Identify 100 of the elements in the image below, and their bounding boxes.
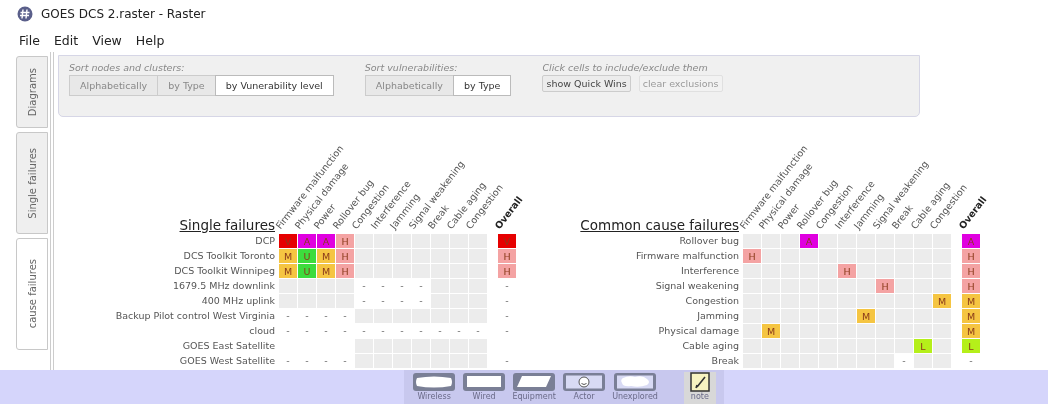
dash-cell: - <box>305 311 309 321</box>
grade-cell[interactable]: M <box>279 249 297 263</box>
rectangle-icon <box>462 372 507 392</box>
grade-cell[interactable]: H <box>743 249 761 263</box>
group-label: Sort vulnerabilities: <box>364 62 459 73</box>
dash-cell: - <box>476 326 480 336</box>
dash-cell: - <box>400 326 404 336</box>
dash-cell: - <box>505 326 509 336</box>
dash-cell: - <box>419 296 423 306</box>
dash-cell: - <box>381 296 385 306</box>
dash-cell: - <box>324 356 328 366</box>
rounded-box-icon <box>412 372 457 392</box>
palette-item[interactable]: note <box>683 372 716 404</box>
palette-item[interactable]: Actor <box>562 372 607 404</box>
grade-cell[interactable]: M <box>962 294 980 308</box>
dash-cell: - <box>286 311 290 321</box>
grade-cell[interactable]: H <box>336 264 354 278</box>
row-label: Cable aging <box>682 339 739 353</box>
dash-cell: - <box>324 326 328 336</box>
grade-cell[interactable]: L <box>914 339 932 353</box>
row-label: Jamming <box>697 309 739 323</box>
grade-cell[interactable]: H <box>498 264 516 278</box>
dash-cell: - <box>305 326 309 336</box>
action-button[interactable]: show Quick Wins <box>542 75 631 92</box>
sort-option-button[interactable]: by Vunerability level <box>214 75 334 96</box>
grade-cell[interactable]: M <box>762 324 780 338</box>
sort-option-button[interactable]: by Type <box>452 75 512 96</box>
dash-cell: - <box>438 326 442 336</box>
grade-cell[interactable]: H <box>962 264 980 278</box>
side-tab[interactable]: Diagrams <box>16 56 48 128</box>
grade-cell[interactable]: H <box>838 264 856 278</box>
side-tab[interactable]: cause failures <box>16 238 48 350</box>
dash-cell: - <box>400 296 404 306</box>
side-tab[interactable]: Single failures <box>16 132 48 234</box>
dash-cell: - <box>969 356 973 366</box>
row-label: Congestion <box>685 294 739 308</box>
row-label: 400 MHz uplink <box>201 294 275 308</box>
sort-option-button[interactable]: Alphabetically <box>364 75 454 96</box>
table-title: Single failures <box>179 217 275 233</box>
dash-cell: - <box>505 296 509 306</box>
grade-cell[interactable]: M <box>279 264 297 278</box>
grade-cell[interactable]: L <box>962 339 980 353</box>
dash-cell: - <box>362 326 366 336</box>
sort-option-button[interactable]: by Type <box>157 75 216 96</box>
dash-cell: - <box>343 326 347 336</box>
grade-cell[interactable]: H <box>336 249 354 263</box>
palette-item[interactable]: Wired <box>462 372 507 404</box>
dash-cell: - <box>343 356 347 366</box>
dash-cell: - <box>400 281 404 291</box>
group-label: Sort nodes and clusters: <box>69 62 186 73</box>
grade-cell[interactable]: U <box>298 264 316 278</box>
grade-cell[interactable]: U <box>298 249 316 263</box>
row-label: DCS Toolkit Toronto <box>183 249 275 263</box>
row-label: GOES East Satellite <box>182 339 275 353</box>
grade-cell[interactable]: H <box>876 279 894 293</box>
palette-item[interactable]: Wireless <box>412 372 457 404</box>
grade-cell[interactable]: H <box>498 249 516 263</box>
dash-cell: - <box>362 281 366 291</box>
grade-cell[interactable]: H <box>336 234 354 248</box>
dash-cell: - <box>902 356 906 366</box>
window-title: GOES DCS 2.raster - Raster <box>41 7 206 21</box>
app-icon <box>17 6 33 22</box>
dash-cell: - <box>381 281 385 291</box>
grade-cell[interactable]: M <box>962 324 980 338</box>
parallelogram-icon <box>512 372 557 392</box>
palette-item[interactable]: Equipment <box>512 372 557 404</box>
dash-cell: - <box>505 281 509 291</box>
row-label: Rollover bug <box>679 234 739 248</box>
row-label: Signal weakening <box>655 279 739 293</box>
menu-item[interactable]: Edit <box>53 32 79 48</box>
grade-cell[interactable]: M <box>857 309 875 323</box>
grade-cell[interactable]: M <box>317 264 335 278</box>
dash-cell: - <box>457 326 461 336</box>
dash-cell: - <box>381 326 385 336</box>
note-icon <box>689 372 710 392</box>
palette-item[interactable]: Unexplored <box>612 372 658 404</box>
dash-cell: - <box>419 326 423 336</box>
grade-cell[interactable]: M <box>317 249 335 263</box>
row-label: cloud <box>249 324 275 338</box>
menu-item[interactable]: File <box>19 32 40 48</box>
row-label: Break <box>711 354 739 368</box>
group-label: Click cells to include/exclude them <box>542 62 709 73</box>
grade-cell[interactable]: M <box>933 294 951 308</box>
row-label: DCP <box>255 234 275 248</box>
sort-option-button[interactable]: Alphabetically <box>69 75 159 96</box>
row-label: 1679.5 MHz downlink <box>172 279 275 293</box>
grade-cell[interactable]: H <box>962 279 980 293</box>
dash-cell: - <box>419 281 423 291</box>
dash-cell: - <box>505 311 509 321</box>
grade-cell[interactable]: H <box>962 249 980 263</box>
dash-cell: - <box>362 296 366 306</box>
menu-item[interactable]: View <box>92 32 122 48</box>
dash-cell: - <box>343 311 347 321</box>
menu-item[interactable]: Help <box>135 32 165 48</box>
row-label: Backup Pilot control West Virginia <box>115 309 275 323</box>
grade-cell[interactable]: M <box>962 309 980 323</box>
row-label: GOES West Satellite <box>179 354 275 368</box>
table-title: Common cause failures <box>580 217 739 233</box>
dash-cell: - <box>305 356 309 366</box>
dash-cell: - <box>286 356 290 366</box>
